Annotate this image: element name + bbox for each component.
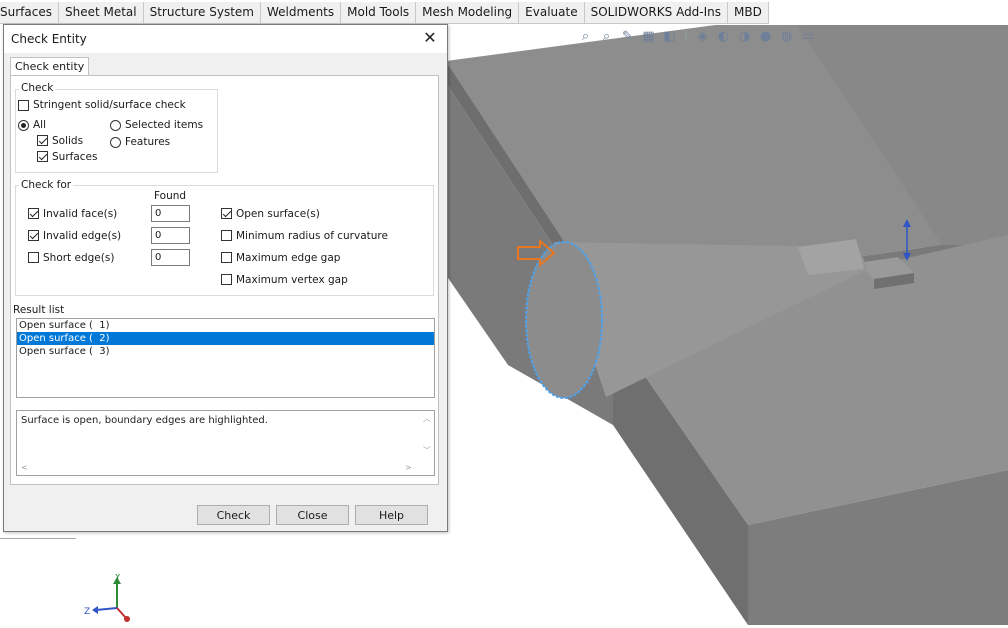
apply-scene-icon[interactable]: ◍: [779, 29, 794, 44]
result-list[interactable]: Open surface ( 1) Open surface ( 2) Open…: [16, 318, 435, 398]
zoom-to-fit-icon[interactable]: ⌕: [578, 29, 593, 44]
invalid-faces-label: Invalid face(s): [43, 208, 118, 220]
edit-appearance-icon[interactable]: ●: [758, 29, 773, 44]
all-radio[interactable]: [18, 120, 29, 131]
short-edges-label: Short edge(s): [43, 252, 115, 264]
selected-items-label: Selected items: [125, 119, 204, 131]
tab-mesh-modeling[interactable]: Mesh Modeling: [416, 2, 520, 23]
scroll-right-icon[interactable]: >: [405, 463, 412, 472]
max-edge-gap-label: Maximum edge gap: [236, 252, 341, 264]
triad-z-label: Z: [84, 607, 90, 617]
scroll-down-icon[interactable]: ﹀: [423, 445, 431, 456]
check-entity-dialog: Check Entity ✕ Check entity Check String…: [3, 24, 448, 532]
dynamic-annotation-icon[interactable]: ◧: [662, 29, 677, 44]
result-list-label: Result list: [13, 304, 65, 316]
solids-label: Solids: [52, 135, 84, 147]
surfaces-label: Surfaces: [52, 151, 98, 163]
panel-divider: [0, 538, 76, 539]
tab-surfaces[interactable]: Surfaces: [0, 2, 59, 23]
close-icon[interactable]: ✕: [421, 29, 439, 47]
open-surfaces-label: Open surface(s): [236, 208, 320, 220]
hide-show-icon[interactable]: ◑: [737, 29, 752, 44]
message-box[interactable]: Surface is open, boundary edges are high…: [16, 410, 435, 476]
view-orientation-icon[interactable]: ◈: [695, 29, 710, 44]
scroll-left-icon[interactable]: <: [21, 463, 28, 472]
min-radius-checkbox[interactable]: [221, 230, 232, 241]
view-settings-icon[interactable]: ▭: [800, 29, 815, 44]
max-vertex-gap-checkbox[interactable]: [221, 274, 232, 285]
result-list-item[interactable]: Open surface ( 1): [17, 319, 434, 332]
heads-up-view-toolbar: ⌕ ⌕ ✎ ▦ ◧ | ◈ ◐ ◑ ● ◍ ▭: [578, 26, 815, 46]
separator: |: [684, 30, 688, 41]
horizontal-scrollbar[interactable]: < >: [17, 462, 420, 475]
tab-weldments[interactable]: Weldments: [261, 2, 342, 23]
surfaces-checkbox[interactable]: [37, 151, 48, 162]
section-view-icon[interactable]: ▦: [641, 29, 656, 44]
check-group-label: Check: [19, 82, 56, 94]
help-button[interactable]: Help: [355, 505, 428, 525]
invalid-faces-found: 0: [151, 205, 190, 222]
features-label: Features: [125, 136, 171, 148]
dialog-titlebar[interactable]: Check Entity ✕: [4, 25, 447, 53]
invalid-edges-checkbox[interactable]: [28, 230, 39, 241]
short-edges-found: 0: [151, 249, 190, 266]
all-label: All: [33, 119, 47, 131]
dialog-title: Check Entity: [11, 32, 87, 46]
tab-mbd[interactable]: MBD: [728, 2, 769, 23]
previous-view-icon[interactable]: ✎: [620, 29, 635, 44]
open-surfaces-checkbox[interactable]: [221, 208, 232, 219]
max-edge-gap-checkbox[interactable]: [221, 252, 232, 263]
cone-end-face-highlight: [525, 241, 603, 399]
solids-checkbox[interactable]: [37, 135, 48, 146]
tab-sheet-metal[interactable]: Sheet Metal: [59, 2, 144, 23]
message-text: Surface is open, boundary edges are high…: [21, 415, 268, 426]
close-button[interactable]: Close: [276, 505, 349, 525]
result-list-item[interactable]: Open surface ( 3): [17, 345, 434, 358]
vertical-scrollbar[interactable]: ︿ ﹀: [420, 411, 434, 461]
check-button[interactable]: Check: [197, 505, 270, 525]
found-header: Found: [154, 190, 187, 202]
scroll-up-icon[interactable]: ︿: [423, 413, 431, 424]
command-manager-tabs: Surfaces Sheet Metal Structure System We…: [0, 0, 1008, 25]
max-vertex-gap-label: Maximum vertex gap: [236, 274, 348, 286]
invalid-edges-label: Invalid edge(s): [43, 230, 122, 242]
tab-evaluate[interactable]: Evaluate: [519, 2, 585, 23]
stringent-check-checkbox[interactable]: [18, 100, 29, 111]
coordinate-triad: Y Z: [84, 574, 130, 622]
result-list-item-selected[interactable]: Open surface ( 2): [17, 332, 434, 345]
selected-items-radio[interactable]: [110, 120, 121, 131]
invalid-faces-checkbox[interactable]: [28, 208, 39, 219]
features-radio[interactable]: [110, 137, 121, 148]
tab-check-entity[interactable]: Check entity: [10, 57, 90, 76]
zoom-to-area-icon[interactable]: ⌕: [599, 29, 614, 44]
display-style-icon[interactable]: ◐: [716, 29, 731, 44]
invalid-edges-found: 0: [151, 227, 190, 244]
triad-y-label: Y: [114, 574, 121, 583]
check-entity-panel: Check Stringent solid/surface check All …: [10, 75, 439, 485]
short-edges-checkbox[interactable]: [28, 252, 39, 263]
tab-mold-tools[interactable]: Mold Tools: [341, 2, 417, 23]
tab-structure-system[interactable]: Structure System: [144, 2, 261, 23]
stringent-check-label: Stringent solid/surface check: [33, 99, 186, 111]
check-for-label: Check for: [19, 179, 74, 191]
min-radius-label: Minimum radius of curvature: [236, 230, 388, 242]
tab-solidworks-add-ins[interactable]: SOLIDWORKS Add-Ins: [585, 2, 729, 23]
